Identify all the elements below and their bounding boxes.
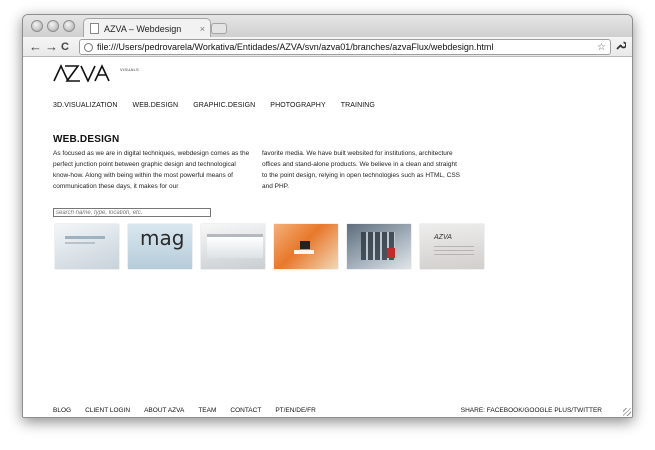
tab-close-icon[interactable]: × [200, 24, 205, 34]
zoom-window-button[interactable] [63, 20, 75, 32]
footer-link-about[interactable]: ABOUT AZVA [144, 407, 184, 414]
footer-link-blog[interactable]: BLOG [53, 407, 71, 414]
share-links[interactable]: SHARE: FACEBOOK/GOOGLE PLUS/TWITTER [461, 407, 602, 414]
minimize-window-button[interactable] [47, 20, 59, 32]
nav-item-3d-visualization[interactable]: 3D.VISUALIZATION [53, 102, 117, 109]
address-bar[interactable]: file:///Users/pedrovarela/Workativa/Enti… [79, 39, 611, 55]
logo-subtitle: VISUALS [120, 67, 139, 72]
thumbnail-logo-text: AZVA [434, 234, 452, 241]
bookmark-star-icon[interactable]: ☆ [597, 42, 606, 53]
search-input[interactable] [53, 208, 211, 217]
intro-text-left: As focused as we are in digital techniqu… [53, 150, 250, 190]
wrench-icon[interactable] [615, 40, 627, 54]
globe-icon [84, 42, 93, 52]
browser-tab[interactable]: AZVA – Webdesign × [83, 18, 211, 38]
browser-window: AZVA – Webdesign × ← → C file:///Users/p… [22, 14, 633, 418]
project-thumbnails: mag AZVA [55, 224, 484, 269]
project-thumbnail[interactable] [201, 224, 265, 269]
project-thumbnail[interactable] [347, 224, 411, 269]
main-nav: 3D.VISUALIZATION WEB.DESIGN GRAPHIC.DESI… [53, 102, 375, 109]
logo-mark-icon [53, 64, 110, 82]
resize-handle[interactable] [623, 408, 631, 416]
page-icon [90, 23, 99, 34]
footer-links: BLOG CLIENT LOGIN ABOUT AZVA TEAM CONTAC… [53, 407, 316, 414]
footer-link-client-login[interactable]: CLIENT LOGIN [85, 407, 130, 414]
nav-item-web-design[interactable]: WEB.DESIGN [132, 102, 178, 109]
nav-item-training[interactable]: TRAINING [341, 102, 375, 109]
new-tab-button[interactable] [211, 23, 227, 34]
nav-item-photography[interactable]: PHOTOGRAPHY [270, 102, 325, 109]
project-thumbnail[interactable] [55, 224, 119, 269]
page-title: WEB.DESIGN [53, 134, 120, 145]
page-content: VISUALS 3D.VISUALIZATION WEB.DESIGN GRAP… [23, 58, 632, 417]
footer-link-contact[interactable]: CONTACT [230, 407, 261, 414]
footer-link-languages[interactable]: PT/EN/DE/FR [275, 407, 315, 414]
back-icon[interactable]: ← [29, 39, 42, 55]
nav-item-graphic-design[interactable]: GRAPHIC.DESIGN [193, 102, 255, 109]
url-text[interactable]: file:///Users/pedrovarela/Workativa/Enti… [97, 42, 597, 52]
forward-icon[interactable]: → [45, 39, 58, 55]
thumbnail-mag-text: mag [140, 226, 185, 250]
project-thumbnail[interactable]: mag [128, 224, 192, 269]
browser-toolbar: ← → C file:///Users/pedrovarela/Workativ… [23, 37, 632, 57]
title-bar: AZVA – Webdesign × [23, 15, 632, 38]
tab-title: AZVA – Webdesign [104, 23, 182, 34]
azva-logo[interactable]: VISUALS [53, 64, 139, 82]
footer-link-team[interactable]: TEAM [198, 407, 216, 414]
project-thumbnail[interactable]: AZVA [420, 224, 484, 269]
reload-icon[interactable]: C [61, 39, 69, 55]
project-thumbnail[interactable] [274, 224, 338, 269]
close-window-button[interactable] [31, 20, 43, 32]
intro-text-right: favorite media. We have built websited f… [262, 150, 461, 190]
